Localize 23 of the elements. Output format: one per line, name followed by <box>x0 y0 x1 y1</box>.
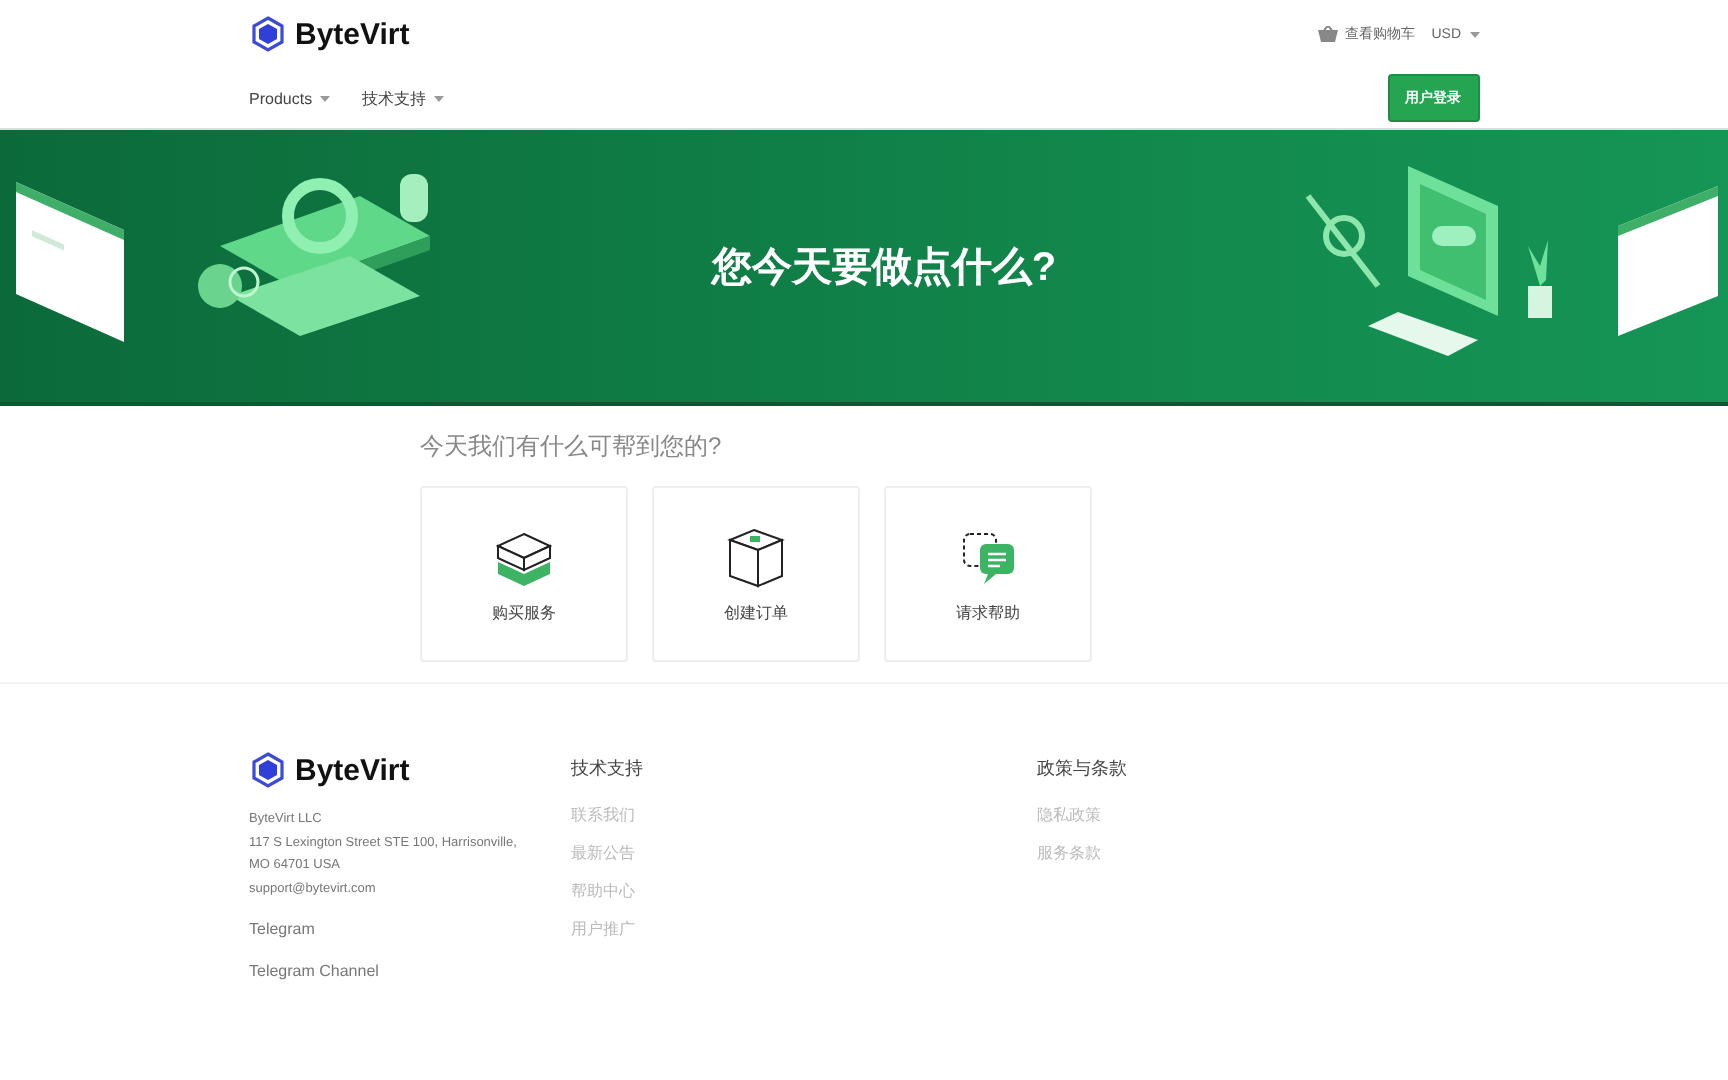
footer-heading: 政策与条款 <box>1037 756 1127 782</box>
caret-icon <box>1469 31 1479 37</box>
footer-link[interactable]: Telegram <box>249 918 571 942</box>
hexagon-logo-icon <box>249 752 285 788</box>
action-card[interactable]: 购买服务 <box>420 486 628 662</box>
card-label: 请求帮助 <box>956 601 1020 623</box>
nav-menu[interactable]: Products <box>249 87 331 109</box>
action-card[interactable]: 请求帮助 <box>884 486 1092 662</box>
action-card[interactable]: 创建订单 <box>652 486 860 662</box>
package-icon <box>726 525 786 589</box>
brand-name[interactable]: ByteVirt <box>295 753 410 787</box>
footer-link[interactable]: Telegram Channel <box>249 960 571 984</box>
card-label: 购买服务 <box>492 601 556 623</box>
brand-name[interactable]: ByteVirt <box>295 17 410 51</box>
caret-icon <box>320 95 331 101</box>
section-heading: 今天我们有什么可帮到您的? <box>420 430 724 464</box>
footer-heading: 技术支持 <box>571 756 645 782</box>
hexagon-logo-icon <box>249 16 285 52</box>
hero-heading: 您今天要做点什么? <box>711 243 1057 293</box>
basket-icon <box>1317 26 1338 42</box>
caret-icon <box>434 95 445 101</box>
nav-menu[interactable]: 技术支持 <box>362 87 445 109</box>
card-label: 创建订单 <box>724 601 788 623</box>
